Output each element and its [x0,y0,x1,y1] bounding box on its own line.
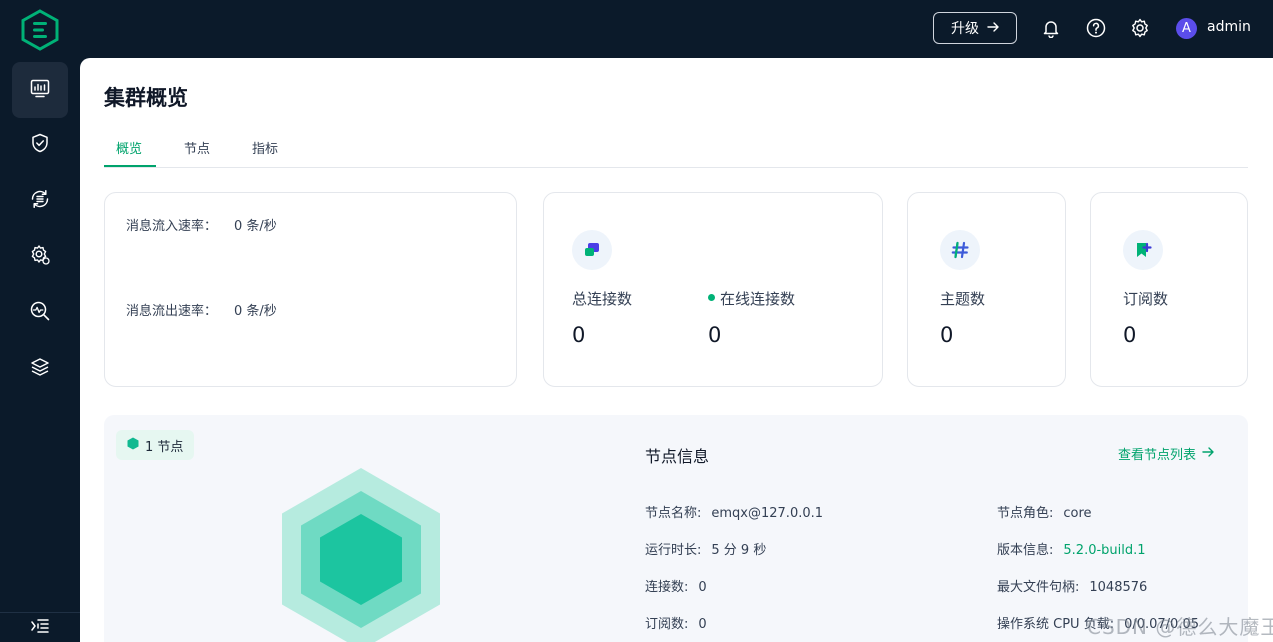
online-status-dot [708,294,715,301]
node-subscriptions-row: 订阅数: 0 [645,613,707,632]
upgrade-label: 升级 [951,21,979,37]
sidebar-item-access-control[interactable] [12,117,68,173]
node-name-row: 节点名称: emqx@127.0.0.1 [645,502,823,521]
message-in-rate-label: 消息流入速率： [126,219,218,234]
shield-check-icon [29,132,51,158]
message-in-rate-value: 0 条/秒 [234,219,277,234]
total-connections-value: 0 [572,323,586,347]
sidebar-item-diagnose[interactable] [12,285,68,341]
message-rate-card: 消息流入速率： 0 条/秒 消息流出速率： 0 条/秒 [104,192,517,387]
subscriptions-card: 订阅数 0 [1090,192,1248,387]
tab-overview[interactable]: 概览 [116,138,142,157]
main-content: 集群概览 概览 节点 指标 消息流入速率： 0 条/秒 消息流出速率： 0 条/… [80,58,1273,642]
refresh-list-icon [29,188,51,214]
help-icon[interactable] [1085,17,1107,39]
tab-bar: 概览 节点 指标 [104,136,1248,168]
bell-icon[interactable] [1040,17,1062,39]
node-role-row: 节点角色: core [997,502,1092,521]
page-title: 集群概览 [104,86,188,110]
topics-value: 0 [940,323,954,347]
node-hexagon-graphic[interactable] [276,465,446,642]
tab-metrics[interactable]: 指标 [252,138,278,157]
max-fd-value: 1048576 [1089,580,1148,595]
active-tab-indicator [104,165,156,167]
node-role-value: core [1063,506,1092,521]
node-count-badge[interactable]: 1 节点 [116,430,195,460]
uptime-label: 运行时长: [645,543,702,558]
hash-icon [940,230,980,270]
message-out-rate-value: 0 条/秒 [234,304,277,319]
version-label: 版本信息: [997,543,1054,558]
view-node-list-label: 查看节点列表 [1118,448,1197,463]
node-connections-value: 0 [698,580,707,595]
upgrade-button[interactable]: 升级 [933,12,1017,44]
connections-icon [572,230,612,270]
online-connections-value: 0 [708,323,722,347]
sidebar-collapse-button[interactable] [0,612,80,642]
layers-icon [29,356,51,382]
node-role-label: 节点角色: [997,506,1054,521]
avatar[interactable]: A [1176,18,1197,39]
node-connections-label: 连接数: [645,580,689,595]
collapse-menu-icon [31,618,49,638]
max-fd-row: 最大文件句柄: 1048576 [997,576,1147,595]
emqx-logo-icon[interactable] [20,9,60,51]
arrow-right-icon [1202,446,1214,461]
online-connections-label: 在线连接数 [720,290,796,308]
settings-gear-icon[interactable] [1129,17,1151,39]
arrow-right-icon [987,20,999,36]
online-connections-label-wrap: 在线连接数 [708,288,795,309]
total-connections-label: 总连接数 [572,290,633,308]
hexagon-icon [127,437,139,454]
gear-icon [29,244,51,270]
search-pulse-icon [29,300,51,326]
node-subscriptions-value: 0 [698,617,707,632]
sidebar [0,58,80,642]
watermark-text: CSDN @德么大魔王 [1087,615,1273,639]
view-node-list-link[interactable]: 查看节点列表 [1118,444,1214,463]
node-name-label: 节点名称: [645,506,702,521]
topics-card: 主题数 0 [907,192,1066,387]
node-name-value: emqx@127.0.0.1 [711,506,824,521]
node-subscriptions-label: 订阅数: [645,617,689,632]
uptime-row: 运行时长: 5 分 9 秒 [645,539,766,558]
subscriptions-label: 订阅数 [1123,290,1169,308]
version-value[interactable]: 5.2.0-build.1 [1063,543,1145,558]
username[interactable]: admin [1207,19,1251,35]
version-row: 版本信息: 5.2.0-build.1 [997,539,1146,558]
top-bar: 升级 A admin [0,0,1273,58]
node-info-title: 节点信息 [645,447,710,466]
topics-label: 主题数 [940,290,986,308]
connections-card: 总连接数 0 在线连接数 0 [543,192,883,387]
sidebar-item-dashboard[interactable] [12,62,68,118]
sidebar-item-management[interactable] [12,229,68,285]
uptime-value: 5 分 9 秒 [711,543,767,558]
subscriptions-value: 0 [1123,323,1137,347]
message-out-rate-label: 消息流出速率： [126,304,218,319]
node-connections-row: 连接数: 0 [645,576,707,595]
monitor-chart-icon [29,77,51,103]
tab-nodes[interactable]: 节点 [184,138,210,157]
sidebar-item-integration[interactable] [12,173,68,229]
node-count-label: 1 节点 [145,439,184,455]
sidebar-item-system[interactable] [12,341,68,397]
bookmark-add-icon [1123,230,1163,270]
node-panel: 1 节点 节点信息 查看节点列表 节点名称: emqx@127.0.0.1 运行时… [104,415,1248,642]
max-fd-label: 最大文件句柄: [997,580,1080,595]
